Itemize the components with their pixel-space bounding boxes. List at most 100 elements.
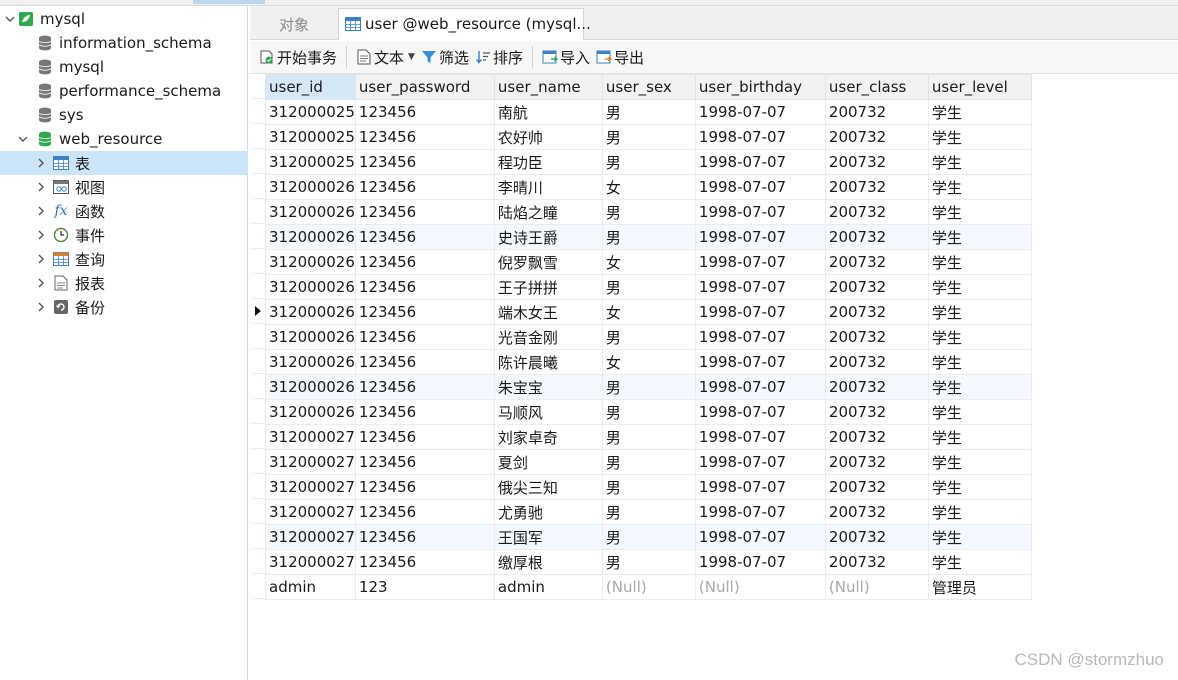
db-mysql[interactable]: mysql bbox=[0, 55, 248, 79]
cell-user-level[interactable]: 学生 bbox=[927, 224, 1032, 250]
cell-user-class[interactable]: 200732 bbox=[824, 399, 929, 425]
chevron-right-icon[interactable] bbox=[34, 300, 48, 314]
cell-user-birthday[interactable]: 1998-07-07 bbox=[694, 199, 826, 225]
cell-user-birthday[interactable]: 1998-07-07 bbox=[694, 249, 826, 275]
cell-user-name[interactable]: 李晴川 bbox=[493, 174, 603, 200]
cell-user-level[interactable]: 学生 bbox=[927, 99, 1032, 125]
cell-user-password[interactable]: 123456 bbox=[354, 449, 495, 475]
cell-user-name[interactable]: 史诗王爵 bbox=[493, 224, 603, 250]
sort-button[interactable]: 排序 bbox=[472, 44, 526, 70]
row-header[interactable] bbox=[250, 274, 265, 299]
table-row[interactable]: 312000027 123456 夏剑男 1998-07-07 200732 学生 bbox=[265, 449, 1032, 475]
cell-user-id[interactable]: 312000026 bbox=[265, 374, 356, 400]
cell-user-birthday[interactable]: 1998-07-07 bbox=[694, 124, 826, 150]
table-row[interactable]: 312000026 123456 马顺风男 1998-07-07 200732 学生 bbox=[265, 399, 1032, 425]
cell-user-sex[interactable]: 男 bbox=[601, 124, 696, 150]
cell-user-name[interactable]: 王子拼拼 bbox=[493, 274, 603, 300]
cell-user-level[interactable]: 学生 bbox=[927, 149, 1032, 175]
cell-user-password[interactable]: 123456 bbox=[354, 174, 495, 200]
cell-user-level[interactable]: 学生 bbox=[927, 274, 1032, 300]
cell-user-password[interactable]: 123456 bbox=[354, 249, 495, 275]
chevron-down-icon[interactable] bbox=[16, 132, 30, 146]
table-row[interactable]: 312000027 123456 尤勇驰男 1998-07-07 200732 学生 bbox=[265, 499, 1032, 525]
cell-user-password[interactable]: 123456 bbox=[354, 549, 495, 575]
cell-user-class[interactable]: 200732 bbox=[824, 199, 929, 225]
export-button[interactable]: 导出 bbox=[593, 44, 647, 70]
import-button[interactable]: 导入 bbox=[539, 44, 593, 70]
cell-user-sex[interactable]: 男 bbox=[601, 524, 696, 550]
cell-user-sex[interactable]: 女 bbox=[601, 349, 696, 375]
column-header-user-id[interactable]: user_id bbox=[265, 74, 356, 100]
row-header[interactable] bbox=[250, 499, 265, 524]
cell-user-class[interactable]: 200732 bbox=[824, 174, 929, 200]
cell-user-level[interactable]: 学生 bbox=[927, 399, 1032, 425]
row-header[interactable] bbox=[250, 524, 265, 549]
row-header[interactable] bbox=[250, 474, 265, 499]
cell-user-name[interactable]: 陆焰之瞳 bbox=[493, 199, 603, 225]
cell-user-name[interactable]: 农好帅 bbox=[493, 124, 603, 150]
cell-user-level[interactable]: 学生 bbox=[927, 424, 1032, 450]
cell-user-level[interactable]: 学生 bbox=[927, 249, 1032, 275]
tab-objects[interactable]: 对象 bbox=[250, 8, 338, 40]
cell-user-id[interactable]: 312000027 bbox=[265, 474, 356, 500]
table-row[interactable]: 312000025 123456 程功臣男 1998-07-07 200732 学生 bbox=[265, 149, 1032, 175]
category-backups[interactable]: 备份 bbox=[0, 295, 248, 319]
table-row[interactable]: 312000026 123456 史诗王爵男 1998-07-07 200732 学生 bbox=[265, 224, 1032, 250]
cell-user-level[interactable]: 学生 bbox=[927, 324, 1032, 350]
table-row[interactable]: 312000026 123456 李晴川女 1998-07-07 200732 学生 bbox=[265, 174, 1032, 200]
cell-user-password[interactable]: 123456 bbox=[354, 474, 495, 500]
row-header[interactable] bbox=[250, 249, 265, 274]
cell-user-class[interactable]: 200732 bbox=[824, 99, 929, 125]
row-header[interactable] bbox=[250, 449, 265, 474]
cell-user-password[interactable]: 123456 bbox=[354, 99, 495, 125]
cell-user-password[interactable]: 123456 bbox=[354, 274, 495, 300]
cell-user-birthday[interactable]: 1998-07-07 bbox=[694, 174, 826, 200]
cell-user-level[interactable]: 学生 bbox=[927, 449, 1032, 475]
table-row[interactable]: 312000026 123456 陈许晨曦女 1998-07-07 200732 学生 bbox=[265, 349, 1032, 375]
cell-user-class[interactable]: 200732 bbox=[824, 124, 929, 150]
cell-user-class[interactable]: 200732 bbox=[824, 324, 929, 350]
cell-user-birthday[interactable]: 1998-07-07 bbox=[694, 449, 826, 475]
cell-user-level[interactable]: 学生 bbox=[927, 549, 1032, 575]
cell-user-id[interactable]: 312000026 bbox=[265, 224, 356, 250]
cell-user-password[interactable]: 123456 bbox=[354, 149, 495, 175]
cell-user-sex[interactable]: 男 bbox=[601, 274, 696, 300]
column-header-user-name[interactable]: user_name bbox=[493, 74, 603, 100]
cell-user-name[interactable]: 尤勇驰 bbox=[493, 499, 603, 525]
cell-user-class[interactable]: 200732 bbox=[824, 274, 929, 300]
cell-user-id[interactable]: 312000026 bbox=[265, 399, 356, 425]
begin-transaction-button[interactable]: 开始事务 bbox=[256, 44, 340, 70]
cell-user-password[interactable]: 123456 bbox=[354, 324, 495, 350]
cell-user-level[interactable]: 学生 bbox=[927, 499, 1032, 525]
cell-user-sex[interactable]: 女 bbox=[601, 299, 696, 325]
column-header-user-password[interactable]: user_password bbox=[354, 74, 495, 100]
cell-user-sex[interactable]: 女 bbox=[601, 249, 696, 275]
cell-user-level[interactable]: 学生 bbox=[927, 199, 1032, 225]
cell-user-birthday[interactable]: (Null) bbox=[694, 574, 826, 600]
category-queries[interactable]: 查询 bbox=[0, 247, 248, 271]
cell-user-password[interactable]: 123456 bbox=[354, 374, 495, 400]
cell-user-id[interactable]: admin bbox=[265, 574, 356, 600]
cell-user-sex[interactable]: 男 bbox=[601, 199, 696, 225]
table-row[interactable]: 312000026 123456 端木女王女 1998-07-07 200732 学生 bbox=[265, 299, 1032, 325]
cell-user-id[interactable]: 312000026 bbox=[265, 174, 356, 200]
text-view-button[interactable]: 文本 ▼ bbox=[353, 44, 418, 70]
cell-user-password[interactable]: 123456 bbox=[354, 224, 495, 250]
row-header[interactable] bbox=[250, 324, 265, 349]
cell-user-sex[interactable]: 男 bbox=[601, 374, 696, 400]
cell-user-sex[interactable]: 男 bbox=[601, 474, 696, 500]
cell-user-id[interactable]: 312000027 bbox=[265, 449, 356, 475]
tab-user-table[interactable]: user @web_resource (mysql... bbox=[338, 8, 591, 40]
table-row[interactable]: 312000026 123456 陆焰之瞳男 1998-07-07 200732 学生 bbox=[265, 199, 1032, 225]
cell-user-name[interactable]: 马顺风 bbox=[493, 399, 603, 425]
cell-user-class[interactable]: 200732 bbox=[824, 424, 929, 450]
row-header[interactable] bbox=[250, 124, 265, 149]
cell-user-class[interactable]: (Null) bbox=[824, 574, 929, 600]
cell-user-class[interactable]: 200732 bbox=[824, 249, 929, 275]
cell-user-class[interactable]: 200732 bbox=[824, 524, 929, 550]
cell-user-password[interactable]: 123456 bbox=[354, 124, 495, 150]
cell-user-id[interactable]: 312000026 bbox=[265, 274, 356, 300]
cell-user-class[interactable]: 200732 bbox=[824, 549, 929, 575]
cell-user-birthday[interactable]: 1998-07-07 bbox=[694, 474, 826, 500]
cell-user-level[interactable]: 学生 bbox=[927, 124, 1032, 150]
